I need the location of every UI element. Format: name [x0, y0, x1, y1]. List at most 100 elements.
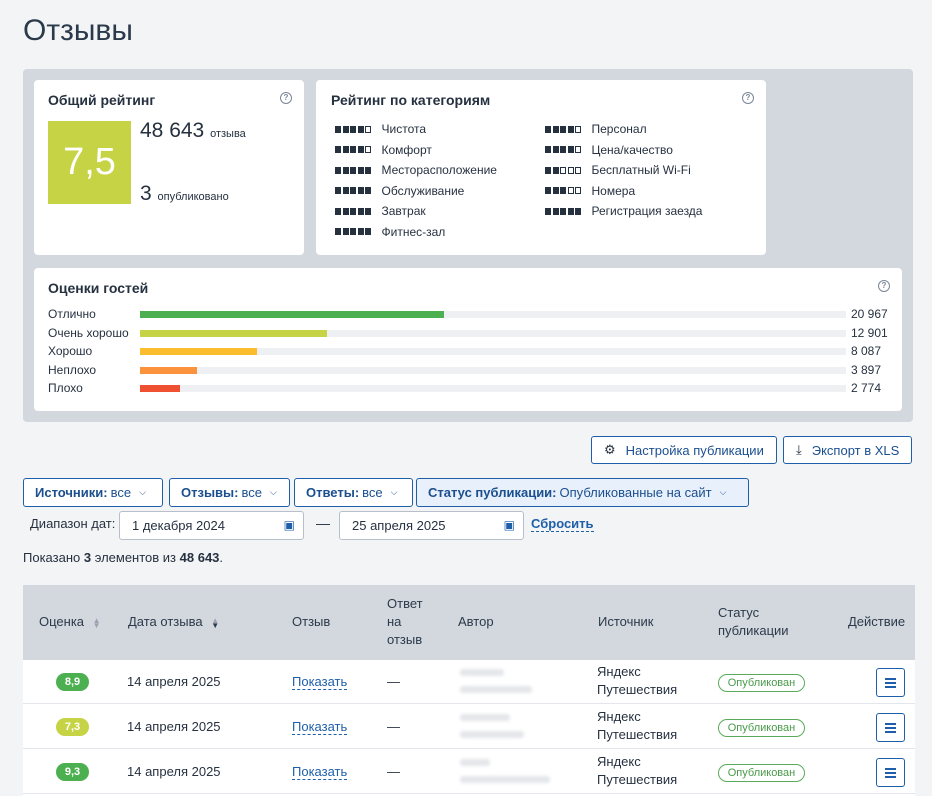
show-review-link[interactable]: Показать	[292, 764, 348, 780]
reviews-count: 48 643 отзыва	[140, 119, 246, 143]
summary-prefix: Показано	[23, 550, 81, 565]
summary-middle: элементов из	[94, 550, 177, 565]
table-header: Оценка ▲ ▼ Дата отзыва ▲ ▼ Отзыв Ответ на …	[23, 585, 915, 660]
header-date[interactable]: Дата отзыва ▲ ▼	[128, 613, 219, 631]
source-cell: Яндекс Путешествия	[597, 708, 677, 744]
source-line1: Яндекс	[597, 754, 641, 769]
chevron-down-icon: ⌵	[390, 487, 398, 497]
header-rating-label: Оценка	[39, 614, 85, 629]
category-item: Фитнес-зал	[335, 225, 445, 239]
menu-icon	[885, 772, 896, 774]
category-item: Обслуживание	[335, 184, 464, 198]
guest-rating-track	[140, 385, 846, 392]
date-to-input[interactable]: 25 апреля 2025 ▣	[339, 511, 524, 540]
help-icon[interactable]: ?	[878, 280, 890, 292]
review-date: 14 апреля 2025	[127, 719, 221, 734]
category-item: Персонал	[545, 122, 647, 136]
calendar-icon[interactable]: ▣	[504, 512, 515, 539]
header-source: Источник	[598, 614, 654, 629]
stats-panel: Общий рейтинг ? 7,5 48 643 отзыва 3 опуб…	[23, 69, 913, 422]
row-menu-button[interactable]	[876, 668, 905, 697]
category-item: Комфорт	[335, 143, 432, 157]
help-icon[interactable]: ?	[280, 92, 292, 104]
row-menu-button[interactable]	[876, 758, 905, 787]
publication-settings-button[interactable]: ⚙ Настройка публикации	[591, 436, 777, 464]
filter-publication-status[interactable]: Статус публикации: Опубликованные на сай…	[416, 478, 749, 507]
date-range-separator: —	[316, 515, 330, 531]
guest-rating-bar	[140, 311, 445, 318]
chevron-down-icon: ⌵	[269, 487, 277, 497]
chevron-down-icon: ⌵	[139, 487, 146, 497]
category-label: Персонал	[591, 122, 647, 136]
category-rating-title: Рейтинг по категориям	[331, 92, 491, 108]
guest-rating-label: Хорошо	[48, 344, 93, 358]
author-blurred	[456, 750, 568, 794]
category-rating-card: Рейтинг по категориям ? Чистота Персонал К…	[316, 80, 766, 255]
table-row: 7,3 14 апреля 2025 Показать — Яндекс Пут…	[23, 705, 915, 749]
publication-settings-label: Настройка публикации	[625, 442, 764, 458]
review-date: 14 апреля 2025	[127, 764, 221, 779]
reset-dates-link[interactable]: Сбросить	[531, 516, 594, 532]
filter-sources-key: Источники:	[35, 485, 108, 500]
guest-rating-count: 3 897	[851, 362, 882, 377]
status-badge: Опубликован	[718, 674, 805, 692]
menu-icon	[885, 768, 896, 770]
sort-icon[interactable]: ▲ ▼	[93, 616, 101, 629]
filter-status-value: Опубликованные на сайт	[559, 485, 712, 500]
category-label: Номера	[591, 183, 636, 198]
date-from-input[interactable]: 1 декабря 2024 ▣	[119, 511, 304, 540]
source-line2: Путешествия	[597, 772, 678, 787]
guest-rating-row: Неплохо 3 897	[48, 363, 884, 377]
header-status: Статус публикации	[718, 604, 789, 640]
category-label: Регистрация заезда	[591, 204, 703, 218]
help-icon[interactable]: ?	[742, 92, 754, 104]
category-label: Цена/качество	[591, 142, 673, 157]
header-answer: Ответ на отзыв	[387, 595, 423, 649]
category-label: Чистота	[381, 122, 427, 136]
filter-sources-value: все	[110, 485, 132, 500]
answer-cell: —	[387, 764, 400, 779]
rating-squares-icon	[335, 163, 373, 177]
header-answer-line2: на	[387, 614, 402, 629]
guest-rating-row: Очень хорошо 12 901	[48, 325, 888, 340]
category-item: Цена/качество	[545, 143, 673, 157]
reviews-count-value: 48 643	[140, 119, 205, 142]
guest-rating-label: Неплохо	[48, 362, 97, 377]
filter-sources[interactable]: Источники: все ⌵	[23, 478, 163, 507]
filter-answers[interactable]: Ответы: все ⌵	[294, 478, 413, 507]
guest-rating-count: 20 967	[851, 307, 888, 321]
date-to-value: 25 апреля 2025	[352, 518, 446, 533]
menu-icon	[885, 731, 896, 733]
rating-squares-icon	[545, 163, 583, 177]
export-xls-button[interactable]: ⤓ Экспорт в XLS	[783, 436, 913, 464]
status-badge: Опубликован	[718, 764, 805, 782]
calendar-icon[interactable]: ▣	[284, 512, 295, 539]
show-review-link[interactable]: Показать	[292, 719, 348, 735]
chevron-down-icon: ⌵	[719, 487, 727, 497]
author-blurred	[456, 660, 568, 704]
filter-reviews[interactable]: Отзывы: все ⌵	[169, 478, 290, 507]
menu-icon	[885, 776, 896, 778]
source-line1: Яндекс	[597, 664, 641, 679]
reviews-table: Оценка ▲ ▼ Дата отзыва ▲ ▼ Отзыв Ответ на …	[23, 585, 915, 796]
category-label: Обслуживание	[381, 183, 465, 198]
published-count-value: 3	[140, 182, 152, 205]
guest-rating-row: Хорошо 8 087	[48, 344, 884, 358]
menu-icon	[885, 723, 896, 725]
show-review-link[interactable]: Показать	[292, 674, 348, 690]
summary-suffix: .	[219, 550, 224, 565]
guest-ratings-title: Оценки гостей	[48, 280, 149, 296]
row-menu-button[interactable]	[876, 713, 905, 742]
guest-rating-label: Очень хорошо	[48, 325, 129, 340]
published-count: 3 опубликовано	[140, 182, 229, 206]
sort-icon[interactable]: ▲ ▼	[211, 616, 219, 629]
menu-icon	[885, 727, 896, 729]
rating-squares-icon	[335, 204, 373, 218]
rating-squares-icon	[545, 122, 583, 136]
category-item: Регистрация заезда	[545, 204, 702, 218]
author-blurred	[456, 705, 568, 749]
gear-icon: ⚙	[604, 442, 616, 457]
guest-rating-count: 8 087	[851, 344, 882, 358]
review-date: 14 апреля 2025	[127, 674, 221, 689]
header-rating[interactable]: Оценка ▲ ▼	[39, 613, 101, 631]
